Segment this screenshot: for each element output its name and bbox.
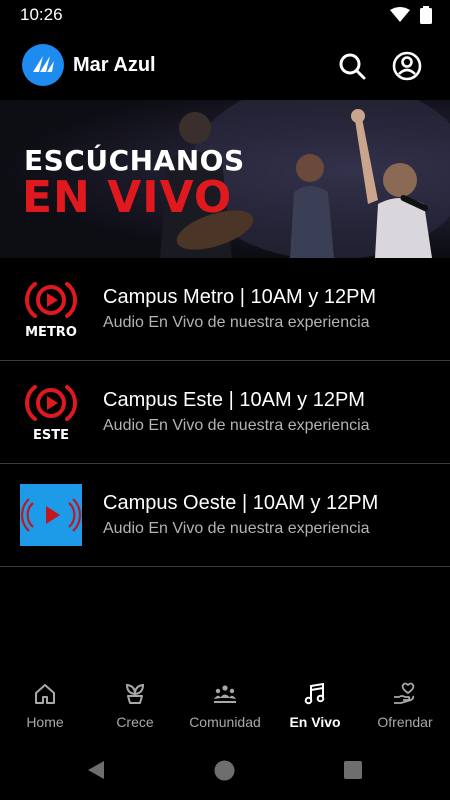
list-item-campus-oeste[interactable]: Campus Oeste | 10AM y 12PM Audio En Vivo… bbox=[0, 464, 450, 567]
status-time: 10:26 bbox=[20, 5, 63, 24]
nav-label: Home bbox=[26, 714, 64, 730]
campus-subtitle: Audio En Vivo de nuestra experiencia bbox=[103, 314, 370, 331]
list-item-campus-este[interactable]: ESTE Campus Este | 10AM y 12PM Audio En … bbox=[0, 361, 450, 464]
campus-thumb-label: ESTE bbox=[33, 428, 69, 443]
app-bar: Mar Azul bbox=[0, 32, 450, 98]
mar-azul-logo bbox=[22, 44, 64, 86]
campus-thumbnail: ESTE bbox=[20, 381, 82, 443]
app-title: Mar Azul bbox=[73, 54, 156, 76]
live-broadcast-icon bbox=[25, 282, 77, 318]
status-bar: 10:26 bbox=[0, 0, 450, 30]
bottom-navigation: Home Crece Comunidad En Vivo Ofrendar bbox=[0, 676, 450, 746]
nav-label: En Vivo bbox=[289, 714, 341, 730]
wifi-icon bbox=[390, 7, 410, 22]
nav-item-crece[interactable]: Crece bbox=[90, 676, 180, 746]
nav-item-comunidad[interactable]: Comunidad bbox=[180, 676, 270, 746]
nav-item-ofrendar[interactable]: Ofrendar bbox=[360, 676, 450, 746]
nav-label: Ofrendar bbox=[377, 714, 433, 730]
nav-label: Comunidad bbox=[189, 714, 261, 730]
campus-title: Campus Este | 10AM y 12PM bbox=[103, 389, 365, 411]
home-button-icon[interactable] bbox=[214, 760, 235, 781]
campus-list: METRO Campus Metro | 10AM y 12PM Audio E… bbox=[0, 258, 450, 567]
community-icon bbox=[214, 685, 236, 703]
recents-icon[interactable] bbox=[344, 761, 362, 779]
list-item-campus-metro[interactable]: METRO Campus Metro | 10AM y 12PM Audio E… bbox=[0, 258, 450, 361]
campus-thumb-label: METRO bbox=[25, 325, 77, 340]
campus-title: Campus Metro | 10AM y 12PM bbox=[103, 286, 377, 308]
campus-thumbnail: METRO bbox=[20, 278, 82, 340]
nav-label: Crece bbox=[116, 714, 154, 730]
live-broadcast-icon bbox=[25, 385, 77, 421]
sprout-icon bbox=[125, 683, 145, 704]
search-icon[interactable] bbox=[336, 50, 368, 82]
nav-item-en-vivo[interactable]: En Vivo bbox=[270, 676, 360, 746]
music-note-icon bbox=[304, 682, 325, 705]
logo-icon bbox=[33, 56, 54, 72]
home-icon bbox=[35, 684, 55, 704]
banner-subheading: EN VIVO bbox=[22, 172, 233, 223]
live-broadcast-icon bbox=[21, 498, 81, 532]
giving-hand-icon bbox=[394, 682, 415, 704]
campus-subtitle: Audio En Vivo de nuestra experiencia bbox=[103, 520, 370, 537]
system-navigation-bar bbox=[0, 748, 450, 800]
battery-icon bbox=[420, 6, 432, 24]
live-banner[interactable]: ESCÚCHANOS EN VIVO bbox=[0, 100, 450, 258]
profile-icon[interactable] bbox=[391, 50, 423, 82]
campus-subtitle: Audio En Vivo de nuestra experiencia bbox=[103, 417, 370, 434]
back-icon[interactable] bbox=[86, 760, 106, 780]
status-icons bbox=[390, 6, 432, 24]
campus-thumbnail bbox=[20, 484, 82, 546]
nav-item-home[interactable]: Home bbox=[0, 676, 90, 746]
campus-title: Campus Oeste | 10AM y 12PM bbox=[103, 492, 379, 514]
